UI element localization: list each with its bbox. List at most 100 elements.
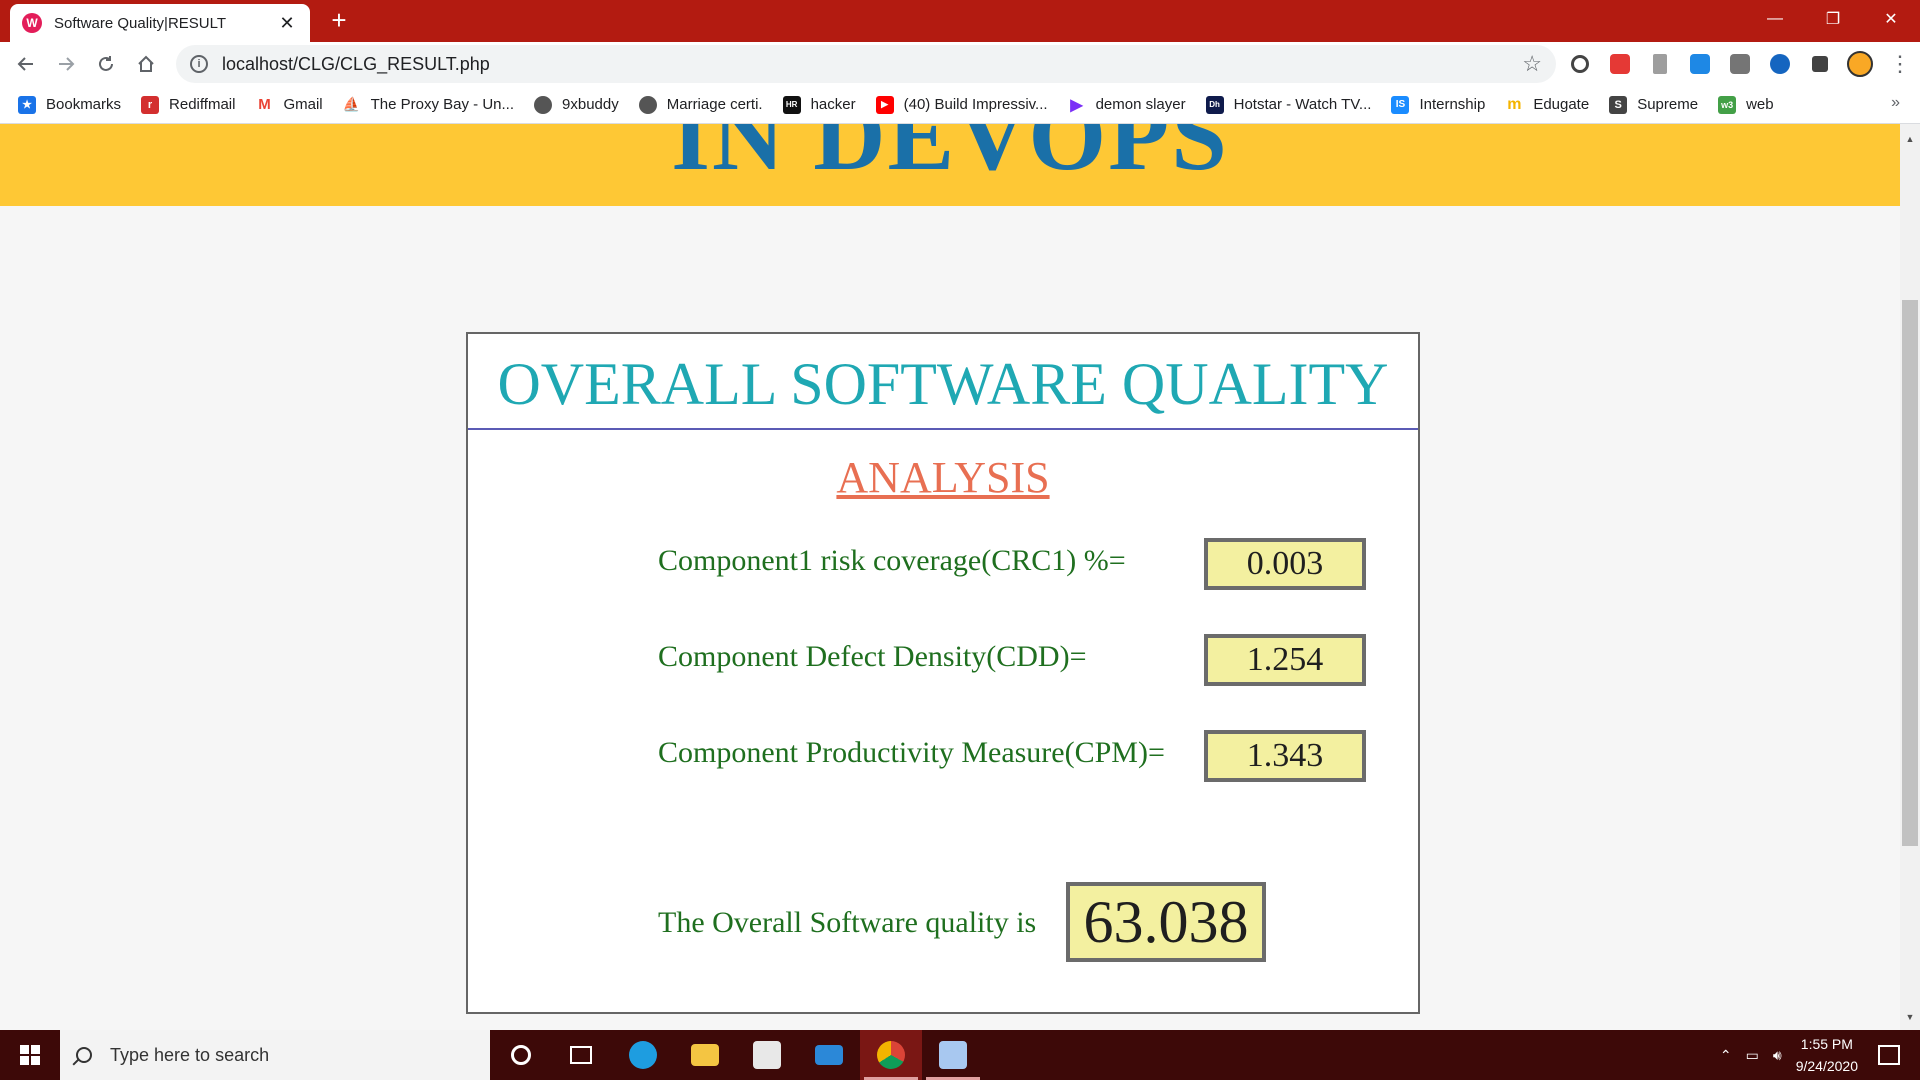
bookmark-item[interactable]: ▶ (40) Build Impressiv... bbox=[875, 95, 1048, 114]
extensions-row: ⋮ bbox=[1560, 42, 1920, 86]
bookmarks-overflow-button[interactable]: » bbox=[1891, 94, 1900, 112]
chevron-up-icon[interactable]: ⌃ bbox=[1720, 1047, 1732, 1064]
hotstar-icon: Dh bbox=[1205, 95, 1224, 114]
gmail-icon: M bbox=[255, 95, 274, 114]
taskbar-search[interactable]: Type here to search bbox=[60, 1030, 490, 1080]
profile-avatar-icon[interactable] bbox=[1840, 44, 1880, 84]
mail-icon bbox=[815, 1045, 843, 1065]
banner-heading: IN DEVOPS bbox=[671, 124, 1229, 191]
tab-close-icon[interactable]: ✕ bbox=[276, 13, 298, 34]
header-banner: IN DEVOPS bbox=[0, 124, 1900, 206]
bookmark-item[interactable]: IS Internship bbox=[1391, 95, 1485, 114]
camera-extension-icon[interactable] bbox=[1720, 44, 1760, 84]
new-tab-button[interactable]: + bbox=[324, 6, 354, 36]
crc1-label: Component1 risk coverage(CRC1) %= bbox=[658, 544, 1126, 577]
minimize-button[interactable]: — bbox=[1746, 0, 1804, 38]
forward-button[interactable] bbox=[46, 44, 86, 84]
info-icon[interactable]: i bbox=[190, 55, 208, 73]
scroll-up-arrow-icon[interactable]: ▲ bbox=[1900, 134, 1920, 144]
cdd-value: 1.254 bbox=[1204, 634, 1366, 686]
browser-toolbar: i localhost/CLG/CLG_RESULT.php ☆ ⋮ bbox=[0, 42, 1920, 86]
chrome-taskbar-button[interactable] bbox=[860, 1030, 922, 1080]
url-text[interactable]: localhost/CLG/CLG_RESULT.php bbox=[222, 54, 1522, 75]
bookmark-item[interactable]: M Gmail bbox=[255, 95, 323, 114]
clock-date: 9/24/2020 bbox=[1795, 1058, 1858, 1074]
clock-time: 1:55 PM bbox=[1800, 1036, 1853, 1052]
bookmark-item[interactable]: Marriage certi. bbox=[638, 95, 763, 114]
bookmark-item[interactable]: ▶ demon slayer bbox=[1067, 95, 1186, 114]
start-button[interactable] bbox=[0, 1030, 60, 1080]
page-title: OVERALL SOFTWARE QUALITY bbox=[497, 351, 1389, 417]
ship-icon: ⛵ bbox=[342, 95, 361, 114]
close-window-button[interactable]: ✕ bbox=[1862, 0, 1920, 38]
bookmark-item[interactable]: HR hacker bbox=[782, 95, 856, 114]
app-taskbar-button[interactable] bbox=[922, 1030, 984, 1080]
battery-icon[interactable]: ▭ bbox=[1746, 1047, 1759, 1064]
bookmark-item[interactable]: m Edugate bbox=[1505, 95, 1589, 114]
notification-icon[interactable] bbox=[1878, 1045, 1900, 1065]
edge-taskbar-button[interactable] bbox=[612, 1030, 674, 1080]
volume-icon[interactable]: 🔊︎ bbox=[1773, 1047, 1782, 1064]
supreme-icon: S bbox=[1609, 95, 1628, 114]
ublock-extension-icon[interactable] bbox=[1600, 44, 1640, 84]
bookmark-item[interactable]: Dh Hotstar - Watch TV... bbox=[1205, 95, 1371, 114]
windows-taskbar: Type here to search ⌃ ▭ 🔊︎ 1:55 PM 9/24/… bbox=[0, 1030, 1920, 1080]
mail-taskbar-button[interactable] bbox=[798, 1030, 860, 1080]
bookmarks-bar: ★ Bookmarks r Rediffmail M Gmail ⛵ The Proxy… bbox=[0, 86, 1920, 124]
menu-dots-icon[interactable]: ⋮ bbox=[1880, 44, 1920, 84]
blocker-extension-icon[interactable] bbox=[1560, 44, 1600, 84]
cpm-value: 1.343 bbox=[1204, 730, 1366, 782]
internshala-icon: IS bbox=[1391, 95, 1410, 114]
cube-extension-icon[interactable] bbox=[1760, 44, 1800, 84]
analysis-heading: ANALYSIS bbox=[836, 453, 1050, 502]
arrow-right-icon bbox=[59, 57, 75, 71]
bookmark-star-icon[interactable]: ☆ bbox=[1522, 51, 1542, 77]
home-icon bbox=[138, 55, 154, 72]
bookmark-item[interactable]: S Supreme bbox=[1609, 95, 1698, 114]
system-tray: ⌃ ▭ 🔊︎ 1:55 PM 9/24/2020 bbox=[1720, 1030, 1920, 1080]
task-view-button[interactable] bbox=[550, 1030, 612, 1080]
browser-tab[interactable]: W Software Quality|RESULT ✕ bbox=[10, 4, 310, 42]
download-extension-icon[interactable] bbox=[1640, 44, 1680, 84]
address-bar[interactable]: i localhost/CLG/CLG_RESULT.php ☆ bbox=[176, 45, 1556, 83]
web-icon: w3 bbox=[1718, 95, 1737, 114]
cube-icon bbox=[939, 1041, 967, 1069]
bookmark-item[interactable]: 9xbuddy bbox=[534, 95, 619, 114]
windows-logo-icon bbox=[20, 1045, 40, 1065]
bookmark-item[interactable]: ⛵ The Proxy Bay - Un... bbox=[342, 95, 514, 114]
file-explorer-taskbar-button[interactable] bbox=[674, 1030, 736, 1080]
tab-title: Software Quality|RESULT bbox=[54, 14, 227, 32]
star-icon: ★ bbox=[18, 95, 36, 114]
cortana-circle-icon bbox=[511, 1045, 531, 1065]
globe-icon bbox=[534, 95, 553, 114]
scroll-thumb[interactable] bbox=[1902, 300, 1918, 846]
cortana-button[interactable] bbox=[490, 1030, 552, 1080]
overall-quality-value: 63.038 bbox=[1066, 882, 1266, 962]
search-icon bbox=[76, 1047, 92, 1063]
bookmark-item[interactable]: r Rediffmail bbox=[141, 95, 235, 114]
youtube-icon: ▶ bbox=[875, 95, 894, 114]
cpm-label: Component Productivity Measure(CPM)= bbox=[658, 736, 1165, 769]
back-button[interactable] bbox=[6, 44, 46, 84]
hackerrank-icon: HR bbox=[782, 95, 801, 114]
chrome-icon bbox=[877, 1041, 905, 1069]
edge-icon bbox=[629, 1041, 657, 1069]
page-scrollbar[interactable]: ▲ ▼ bbox=[1900, 124, 1920, 1030]
reload-button[interactable] bbox=[86, 44, 126, 84]
rediff-icon: r bbox=[141, 95, 160, 114]
clock[interactable]: 1:55 PM 9/24/2020 bbox=[1796, 1033, 1858, 1077]
home-button[interactable] bbox=[126, 44, 166, 84]
globe-icon bbox=[638, 95, 657, 114]
crc1-value: 0.003 bbox=[1204, 538, 1366, 590]
search-placeholder: Type here to search bbox=[110, 1044, 270, 1065]
store-taskbar-button[interactable] bbox=[736, 1030, 798, 1080]
page-viewport: IN DEVOPS OVERALL SOFTWARE QUALITY ANALY… bbox=[0, 124, 1900, 1030]
scroll-down-arrow-icon[interactable]: ▼ bbox=[1900, 1012, 1920, 1022]
arrow-left-icon bbox=[17, 57, 33, 71]
windows-extension-icon[interactable] bbox=[1680, 44, 1720, 84]
window-controls: — ❐ ✕ bbox=[1746, 0, 1920, 38]
bookmark-item[interactable]: w3 web bbox=[1718, 95, 1774, 114]
bookmark-item[interactable]: ★ Bookmarks bbox=[18, 95, 121, 114]
restore-button[interactable]: ❐ bbox=[1804, 0, 1862, 38]
puzzle-extensions-icon[interactable] bbox=[1800, 44, 1840, 84]
